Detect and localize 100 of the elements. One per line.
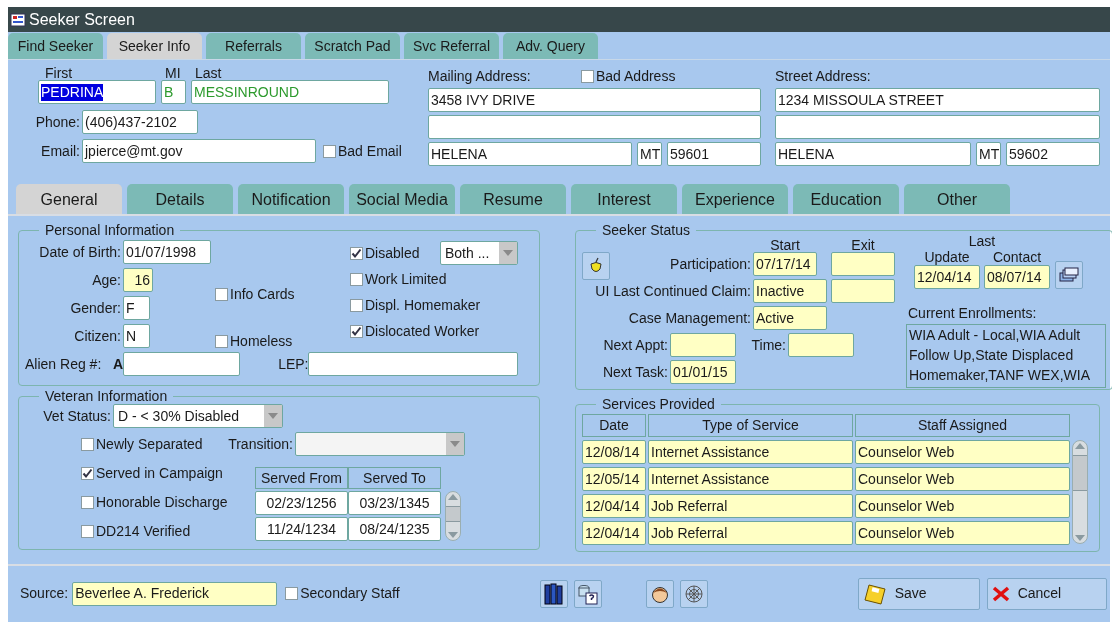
text-field[interactable]: 01/07/1998 (123, 240, 211, 264)
table-cell[interactable]: 12/04/14 (582, 494, 646, 518)
checkbox[interactable] (350, 246, 363, 260)
checkbox[interactable] (285, 587, 299, 600)
field-label: Time: (750, 336, 786, 354)
table-cell[interactable]: Counselor Web (855, 521, 1070, 545)
table-cell[interactable]: Counselor Web (855, 494, 1070, 518)
table-cell[interactable]: 02/23/1256 (255, 491, 348, 515)
checkbox[interactable] (81, 438, 94, 451)
scroll-up-arrow-icon[interactable] (448, 494, 458, 500)
checkbox-label: Homeless (230, 333, 293, 350)
scrollbar[interactable] (445, 491, 461, 541)
text-field[interactable]: Active (753, 306, 827, 330)
database-help-button[interactable] (573, 579, 602, 608)
text-field[interactable]: 12/04/14 (914, 265, 980, 289)
tab[interactable]: Education (793, 184, 899, 214)
text-field[interactable]: MT (976, 142, 1001, 166)
table-cell[interactable]: Internet Assistance (648, 467, 853, 491)
tab[interactable]: Other (904, 184, 1010, 214)
text-field[interactable]: 59602 (1006, 142, 1100, 166)
checkbox[interactable] (323, 144, 336, 158)
checkbox[interactable] (81, 525, 94, 538)
text-field[interactable]: 07/17/14 (753, 252, 817, 276)
text-field[interactable]: 08/07/14 (984, 265, 1050, 289)
text-field[interactable] (308, 352, 519, 376)
table-cell[interactable]: 12/05/14 (582, 467, 646, 491)
tab[interactable]: Details (127, 184, 233, 214)
checkbox-label: Info Cards (230, 286, 295, 303)
text-field[interactable]: MT (637, 142, 662, 166)
tab[interactable]: General (16, 184, 122, 214)
field-label: Case Management: (627, 309, 751, 327)
checkbox[interactable] (81, 496, 94, 509)
checkbox[interactable] (350, 272, 363, 286)
tab[interactable]: Adv. Query (503, 33, 598, 59)
text-field[interactable]: 01/01/15 (670, 360, 736, 384)
checkbox-label: Displ. Homemaker (365, 296, 481, 314)
tab[interactable]: Notification (238, 184, 344, 214)
text-field[interactable]: Beverlee A. Frederick (72, 581, 278, 606)
checkbox[interactable] (350, 324, 363, 338)
text-field[interactable]: 1234 MISSOULA STREET (775, 88, 1100, 112)
table-cell[interactable]: 03/23/1345 (348, 491, 441, 515)
text-field[interactable]: jpierce@mt.gov (82, 139, 316, 163)
web-button[interactable] (679, 579, 708, 608)
tab[interactable]: Svc Referral (404, 33, 499, 59)
scroll-up-arrow-icon[interactable] (1075, 443, 1085, 449)
checkbox[interactable] (215, 335, 228, 348)
table-cell[interactable]: Counselor Web (855, 440, 1070, 464)
checkbox[interactable] (81, 467, 94, 480)
tab[interactable]: Resume (460, 184, 566, 214)
text-field[interactable]: B (161, 80, 186, 104)
tab[interactable]: Seeker Info (107, 33, 202, 59)
text-field[interactable]: HELENA (775, 142, 971, 166)
acorn-button[interactable] (582, 252, 610, 280)
table-cell[interactable]: Counselor Web (855, 467, 1070, 491)
checkbox[interactable] (581, 70, 594, 83)
text-field[interactable]: HELENA (428, 142, 632, 166)
checkbox[interactable] (350, 298, 363, 312)
dropdown[interactable] (295, 432, 465, 456)
enrollments-box: WIA Adult - Local,WIA Adult Follow Up,State Displaced Homemaker,TANF WEX,WIA (906, 324, 1106, 388)
table-cell[interactable]: 08/24/1235 (348, 517, 441, 541)
text-field[interactable]: F (123, 296, 150, 320)
text-field[interactable]: 16 (123, 268, 153, 292)
text-field[interactable] (670, 333, 736, 357)
tab[interactable]: Interest (571, 184, 677, 214)
scrollbar[interactable] (1072, 440, 1088, 544)
text-field[interactable]: PEDRINA (38, 80, 156, 104)
text-field[interactable]: (406)437-2102 (82, 110, 198, 134)
text-field[interactable]: 59601 (667, 142, 761, 166)
text-field[interactable] (831, 252, 895, 276)
tab[interactable]: Find Seeker (8, 33, 103, 59)
table-cell[interactable]: Internet Assistance (648, 440, 853, 464)
table-cell[interactable]: 11/24/1234 (255, 517, 348, 541)
tab[interactable]: Experience (682, 184, 788, 214)
text-field[interactable] (428, 115, 761, 139)
checkbox[interactable] (215, 288, 228, 301)
cards-button[interactable] (1055, 261, 1083, 289)
dropdown[interactable]: Both ... (440, 241, 518, 265)
tab[interactable]: Social Media (349, 184, 455, 214)
cancel-button[interactable]: Cancel (986, 577, 1107, 610)
person-head-button[interactable] (645, 579, 674, 608)
table-cell[interactable]: 12/04/14 (582, 521, 646, 545)
save-button[interactable]: Save (857, 577, 980, 610)
text-field[interactable] (123, 352, 241, 376)
text-field[interactable] (788, 333, 854, 357)
text-field[interactable] (831, 279, 895, 303)
books-button[interactable] (539, 579, 568, 608)
table-cell[interactable]: 12/08/14 (582, 440, 646, 464)
text-field[interactable]: Inactive (753, 279, 827, 303)
scroll-down-arrow-icon[interactable] (448, 532, 458, 538)
table-cell[interactable]: Job Referral (648, 521, 853, 545)
column-header: Type of Service (648, 414, 853, 437)
text-field[interactable]: 3458 IVY DRIVE (428, 88, 761, 112)
text-field[interactable]: MESSINROUND (191, 80, 389, 104)
text-field[interactable] (775, 115, 1100, 139)
scroll-down-arrow-icon[interactable] (1075, 535, 1085, 541)
dropdown[interactable]: D - < 30% Disabled (113, 404, 283, 428)
tab[interactable]: Referrals (206, 33, 301, 59)
tab[interactable]: Scratch Pad (305, 33, 400, 59)
table-cell[interactable]: Job Referral (648, 494, 853, 518)
text-field[interactable]: N (123, 324, 150, 348)
